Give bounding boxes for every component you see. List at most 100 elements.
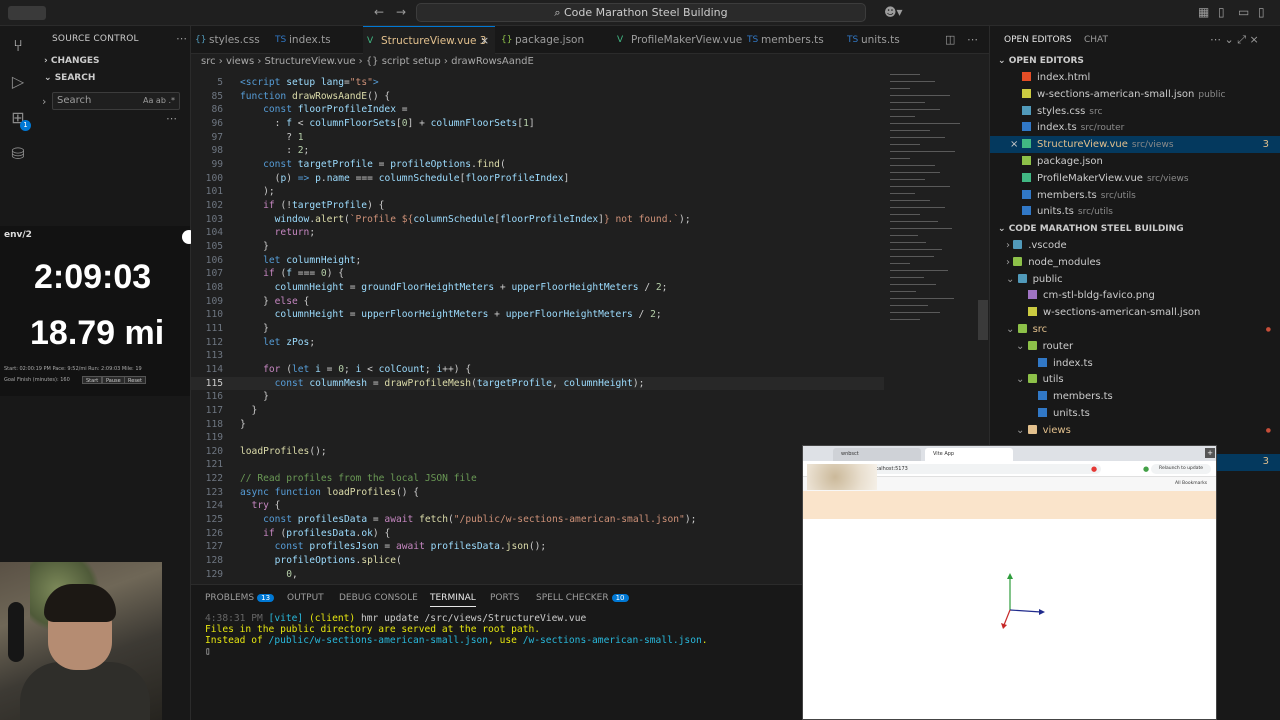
tree-file[interactable]: members.ts [990,388,1280,405]
search-input[interactable]: Search Aa ab .* [52,92,180,110]
code-line[interactable]: 112 let zPos; [191,336,884,350]
panel-tab-ports[interactable]: PORTS [490,593,519,603]
reset-button[interactable]: Reset [124,376,146,384]
close-icon[interactable]: × [1010,136,1018,153]
open-editor-item[interactable]: × StructureView.vue src/views 3 [990,136,1280,154]
tree-folder[interactable]: ⌄ utils [990,371,1280,388]
code-line[interactable]: 124 try { [191,499,884,513]
open-editors-section[interactable]: ⌄ OPEN EDITORS [998,56,1084,66]
code-line[interactable]: 120 loadProfiles(); [191,445,884,459]
three-d-viewport[interactable] [803,519,1216,719]
code-line[interactable]: 123 async function loadProfiles() { [191,486,884,500]
tree-file[interactable]: units.ts [990,405,1280,422]
open-editor-item[interactable]: styles.css src [990,103,1280,120]
panel-tab-problems[interactable]: PROBLEMS 13 [205,593,275,603]
database-icon[interactable]: ⛁ [8,144,28,164]
extension-icon[interactable]: ● [1091,465,1097,473]
tab-styles-css[interactable]: {} styles.css [191,26,271,54]
code-line[interactable]: 109 } else { [191,295,884,309]
code-line[interactable]: 119 [191,431,884,445]
tree-file[interactable]: cm-stl-bldg-favico.png [990,287,1280,304]
code-line[interactable]: 101 ); [191,185,884,199]
terminal-cursor[interactable]: ▯ [205,646,211,657]
code-line[interactable]: 100 (p) => p.name === columnSchedule[flo… [191,172,884,186]
code-line[interactable]: 98 : 2; [191,144,884,158]
tab-package-json[interactable]: {} package.json [497,26,613,54]
tree-folder[interactable]: ⌄ public [990,271,1280,288]
tab-profilemakerview-vue[interactable]: V ProfileMakerView.vue [613,26,743,54]
toggle-sidebar-icon[interactable]: ▯ [1218,5,1225,19]
changes-section[interactable]: › CHANGES [44,56,100,66]
layout-icon[interactable]: ▦ [1198,5,1209,19]
tab-members-ts[interactable]: TS members.ts [743,26,843,54]
panel-tab-output[interactable]: OUTPUT [287,593,324,603]
code-line[interactable]: 128 profileOptions.splice( [191,554,884,568]
command-center[interactable]: ⌕ Code Marathon Steel Building [416,3,866,22]
code-line[interactable]: 121 [191,458,884,472]
copilot-icon[interactable]: ☻▾ [884,5,903,19]
panel-tab-debug-console[interactable]: DEBUG CONSOLE [339,593,418,603]
code-editor[interactable]: 5 <script setup lang="ts"> 85 function draw… [191,70,884,584]
panel-tab-terminal[interactable]: TERMINAL [430,593,476,607]
tree-file[interactable]: w-sections-american-small.json [990,304,1280,321]
back-arrow-icon[interactable]: ← [374,5,384,19]
open-editor-item[interactable]: members.ts src/utils [990,187,1280,204]
code-line[interactable]: 126 if (profilesData.ok) { [191,527,884,541]
toggle-secondary-icon[interactable]: ▯ [1258,5,1265,19]
run-debug-icon[interactable]: ▷ [8,72,28,92]
tab-structureview-vue[interactable]: V StructureView.vue 3 × [363,26,495,54]
start-button[interactable]: Start [82,376,103,384]
all-bookmarks[interactable]: All Bookmarks [1175,481,1207,486]
project-section[interactable]: ⌄ CODE MARATHON STEEL BUILDING [998,224,1184,234]
open-editor-item[interactable]: w-sections-american-small.json public [990,86,1280,103]
code-line[interactable]: 111 } [191,322,884,336]
code-line[interactable]: 96 : f < columnFloorSets[0] + columnFloo… [191,117,884,131]
code-line[interactable]: 99 const targetProfile = profileOptions.… [191,158,884,172]
code-line[interactable]: 129 0, [191,568,884,582]
sidebar-toggle-button[interactable] [8,6,46,20]
open-editor-item[interactable]: ProfileMakerView.vue src/views [990,170,1280,187]
breadcrumb[interactable]: src › views › StructureView.vue › {} scr… [191,54,989,70]
relaunch-button[interactable]: Relaunch to update [1151,464,1211,474]
tab-open-editors[interactable]: OPEN EDITORS [1004,35,1072,45]
tab-index-ts[interactable]: TS index.ts [271,26,361,54]
tree-folder[interactable]: › .vscode [990,237,1280,254]
close-icon[interactable]: × [480,27,489,55]
profile-icon[interactable]: ● [1143,465,1149,473]
toggle-panel-icon[interactable]: ▭ [1238,5,1249,19]
code-line[interactable]: 116 } [191,390,884,404]
split-editor-icon[interactable]: ◫ [945,33,955,46]
code-line[interactable]: 127 const profilesJson = await profilesD… [191,540,884,554]
code-line[interactable]: 104 return; [191,226,884,240]
code-line[interactable]: 103 window.alert(`Profile ${columnSchedu… [191,213,884,227]
code-line[interactable]: 97 ? 1 [191,131,884,145]
ellipsis-icon[interactable]: ⋯ [166,112,177,125]
pause-button[interactable]: Pause [102,376,125,384]
tree-folder[interactable]: ⌄ src ● [990,321,1280,338]
code-line[interactable]: 105 } [191,240,884,254]
browser-tab-2[interactable]: Vite App [925,448,1013,461]
code-line[interactable]: 85 function drawRowsAandE() { [191,89,884,104]
panel-tab-spell-checker[interactable]: SPELL CHECKER 10 [536,593,629,603]
code-line[interactable]: 5 <script setup lang="ts"> [191,76,884,90]
new-tab-icon[interactable]: + [1205,448,1215,458]
browser-tab-1[interactable]: wnbsct [833,448,921,461]
more-actions-icon[interactable]: ⋯ [967,33,978,46]
code-line[interactable]: 122 // Read profiles from the local JSON … [191,472,884,486]
search-options[interactable]: Aa ab .* [143,93,175,109]
code-line[interactable]: 108 columnHeight = groundFloorHeightMete… [191,281,884,295]
replace-toggle-icon[interactable]: › [42,95,46,108]
tree-folder[interactable]: › node_modules [990,254,1280,271]
code-line[interactable]: 110 columnHeight = upperFloorHeightMeter… [191,308,884,322]
code-line[interactable]: 117 } [191,404,884,418]
editor-scrollbar[interactable] [978,300,988,340]
code-line[interactable]: 107 if (f === 0) { [191,267,884,281]
code-line[interactable]: 113 [191,349,884,363]
tree-folder[interactable]: ⌄ router [990,338,1280,355]
open-editor-item[interactable]: package.json [990,153,1280,170]
tree-folder[interactable]: ⌄ views ● [990,422,1280,439]
code-line[interactable]: 106 let columnHeight; [191,254,884,268]
panel-actions[interactable]: ⋯ ⌄ ⤢ × [1210,33,1259,47]
code-line[interactable]: 118} [191,418,884,432]
tab-chat[interactable]: CHAT [1084,35,1108,45]
